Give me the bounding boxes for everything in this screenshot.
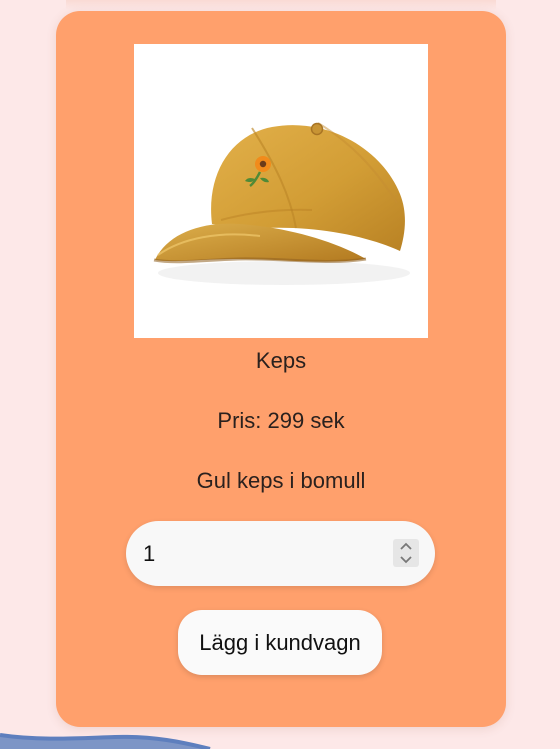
add-to-cart-button[interactable]: Lägg i kundvagn — [178, 610, 382, 675]
decorative-wave — [0, 733, 211, 749]
number-stepper-icon[interactable] — [393, 539, 419, 567]
product-image — [134, 44, 428, 338]
product-description: Gul keps i bomull — [196, 468, 366, 493]
previous-card-edge — [66, 0, 496, 10]
product-card: Keps Pris: 299 sek Gul keps i bomull 1 L… — [56, 11, 506, 727]
cap-image-graphic — [153, 122, 410, 285]
quantity-value: 1 — [143, 541, 156, 566]
product-page: Keps Pris: 299 sek Gul keps i bomull 1 L… — [0, 0, 560, 749]
product-name: Keps — [255, 348, 307, 373]
product-price: Pris: 299 sek — [217, 408, 345, 433]
quantity-input[interactable]: 1 — [126, 521, 435, 586]
